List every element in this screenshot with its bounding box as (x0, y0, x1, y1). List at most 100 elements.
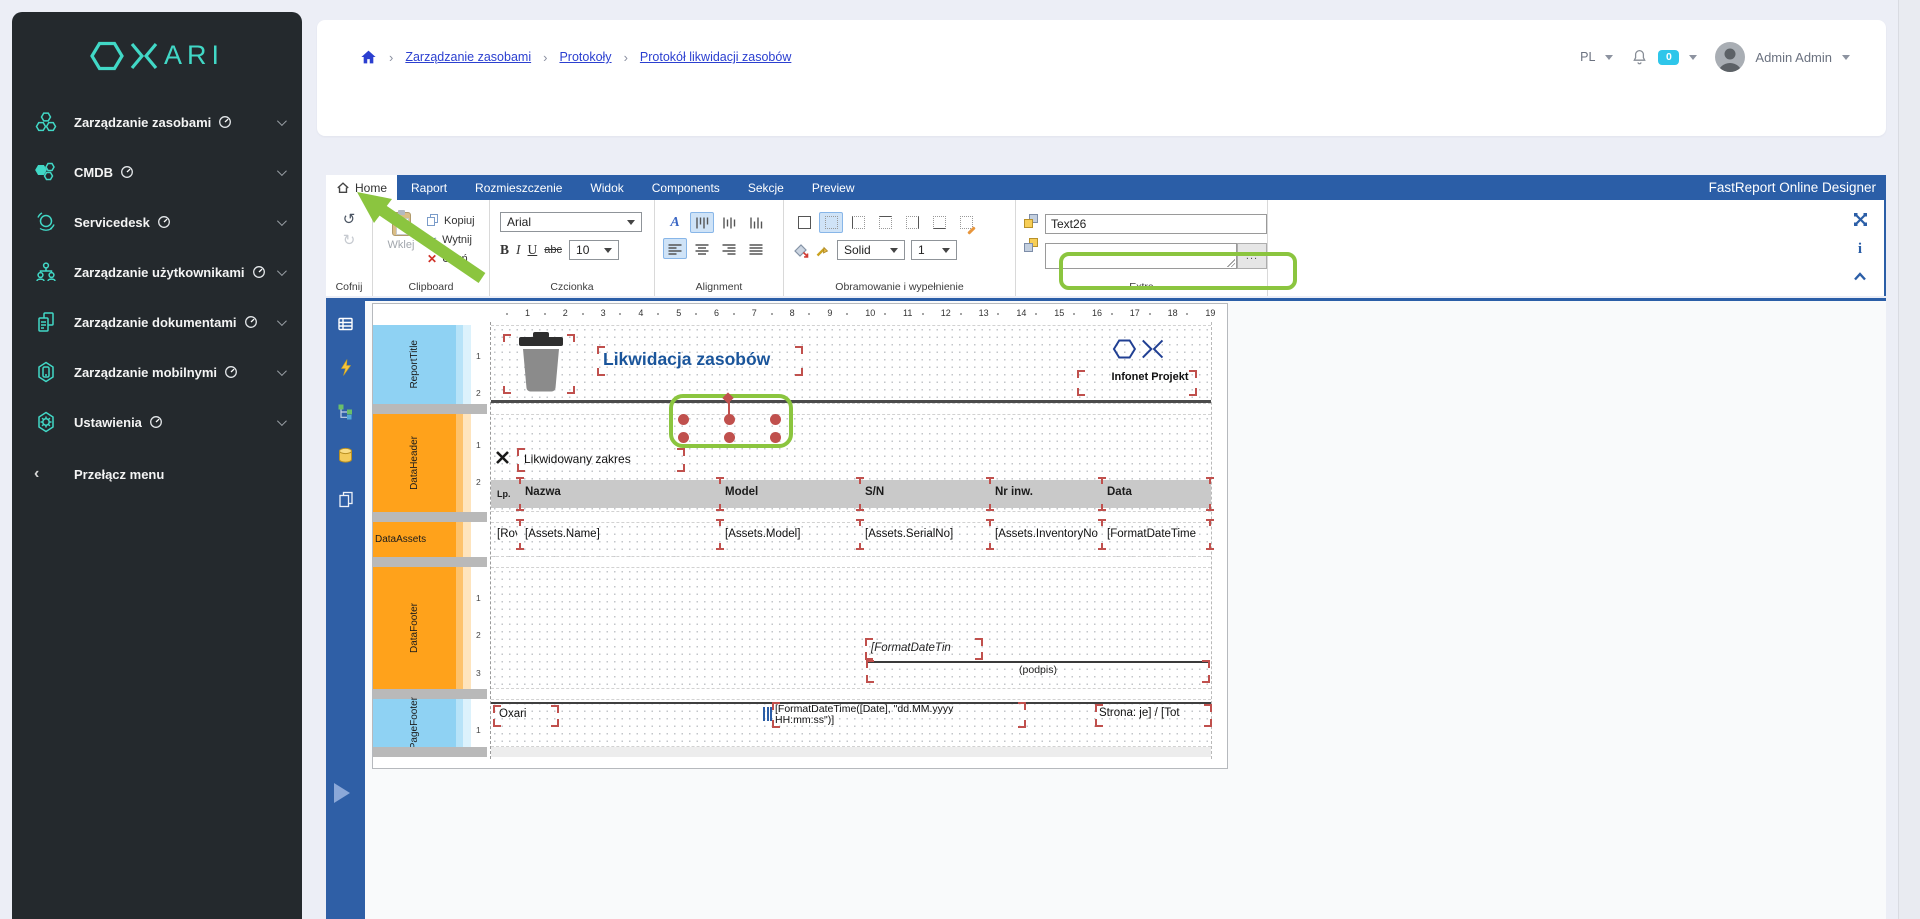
text-editor-ellipsis-button[interactable]: ... (1237, 243, 1267, 269)
font-size-select[interactable]: 10 (569, 240, 619, 260)
tab-home[interactable]: Home (326, 175, 397, 200)
tab-raport[interactable]: Raport (397, 175, 461, 200)
report-page[interactable]: 12345678910111213141516171819 ReportTitl… (372, 303, 1228, 769)
preview-play-button[interactable] (334, 783, 350, 803)
section-label-text-object[interactable]: Likwidowany zakres (524, 452, 631, 466)
x-mark-object[interactable] (495, 450, 510, 470)
selection-handle[interactable] (770, 414, 781, 425)
report-title-text-object[interactable]: Likwidacja zasobów (603, 349, 770, 370)
selection-handle[interactable] (678, 414, 689, 425)
fullscreen-icon[interactable] (1853, 212, 1868, 227)
selection-handle[interactable] (678, 432, 689, 443)
sidebar-toggle[interactable]: ‹ Przełącz menu (12, 449, 302, 499)
band-label-datafooter[interactable]: DataFooter (373, 567, 456, 689)
report-objects-icon[interactable] (337, 316, 354, 332)
border-none-button[interactable] (819, 212, 843, 233)
page-scrollbar[interactable] (1898, 0, 1920, 919)
company-logo-object[interactable]: Infonet Projekt (1089, 328, 1211, 383)
border-style-select[interactable]: Solid (837, 240, 905, 260)
selection-handle[interactable] (770, 432, 781, 443)
bell-icon[interactable] (1631, 48, 1648, 66)
signature-line-object[interactable] (868, 661, 1208, 663)
trash-picture-object[interactable] (513, 332, 569, 397)
border-all-button[interactable] (792, 212, 816, 233)
band-label-dataheader[interactable]: DataHeader (373, 414, 456, 512)
sidebar-item-ustawienia[interactable]: Ustawienia (12, 397, 302, 447)
caret-down-icon[interactable] (1689, 55, 1697, 60)
footer-datetime-text-object[interactable]: [FormatDateTime([Date], "dd.MM.yyyy HH:m… (775, 704, 1023, 727)
undo-button[interactable]: ↺ (343, 212, 356, 228)
align-center-button[interactable] (690, 238, 714, 259)
border-top-button[interactable] (873, 212, 897, 233)
border-left-button[interactable] (846, 212, 870, 233)
align-justify-button[interactable] (744, 238, 768, 259)
breadcrumb-link-protokoly[interactable]: Protokoły (559, 50, 611, 64)
band-label-dataassets[interactable]: DataAssets (373, 522, 456, 557)
font-family-select[interactable]: Arial (500, 212, 642, 232)
group-label: Czcionka (490, 281, 654, 293)
tab-widok[interactable]: Widok (576, 175, 637, 200)
border-width-select[interactable]: 1 (911, 240, 957, 260)
valign-bottom-button[interactable] (744, 212, 768, 233)
italic-button[interactable]: I (516, 242, 521, 258)
object-name-input[interactable] (1045, 214, 1267, 234)
copy-pages-icon[interactable] (338, 491, 354, 508)
resize-grip-icon[interactable] (1227, 259, 1235, 267)
send-backward-icon[interactable] (1024, 238, 1039, 253)
table-header-row[interactable]: Lp. Nazwa Model S/N Nr inw. Data (491, 480, 1211, 508)
tab-sekcje[interactable]: Sekcje (734, 175, 798, 200)
align-left-button[interactable] (663, 238, 687, 259)
sidebar-item-zarzadzanie-dokumentami[interactable]: Zarządzanie dokumentami (12, 297, 302, 347)
delete-button[interactable]: ✕ Usuń (427, 250, 475, 267)
valign-center-button[interactable] (717, 212, 741, 233)
sidebar-item-cmdb[interactable]: CMDB (12, 147, 302, 197)
redo-button[interactable]: ↻ (343, 233, 356, 249)
font-color-button[interactable]: A (663, 212, 687, 233)
events-lightning-icon[interactable] (338, 359, 353, 376)
sidebar-item-servicedesk[interactable]: Servicedesk (12, 197, 302, 247)
selection-handle[interactable] (724, 432, 735, 443)
cut-button[interactable]: ✂ Wytnij (427, 231, 475, 248)
fill-bucket-icon[interactable] (792, 242, 809, 258)
footer-left-text-object[interactable]: Oxari (499, 708, 526, 720)
border-right-button[interactable] (900, 212, 924, 233)
sidebar-item-zarzadzanie-uzytkownikami[interactable]: Zarządzanie użytkownikami (12, 247, 302, 297)
strikethrough-button[interactable]: abc (544, 244, 562, 256)
underline-button[interactable]: U (528, 242, 538, 258)
bring-forward-icon[interactable] (1024, 214, 1039, 229)
band-label-pagefooter[interactable]: PageFooter (373, 699, 456, 747)
valign-top-button[interactable] (690, 212, 714, 233)
data-source-icon[interactable] (337, 447, 354, 464)
footer-page-number-text-object[interactable]: Strona: je] / [Tot (1099, 707, 1211, 719)
column-tick (859, 477, 861, 484)
brush-icon[interactable] (815, 242, 831, 258)
tab-rozmieszczenie[interactable]: Rozmieszczenie (461, 175, 576, 200)
signature-date-text-object[interactable]: [FormatDateTin (871, 642, 951, 654)
tab-components[interactable]: Components (638, 175, 734, 200)
selection-handle[interactable] (724, 414, 735, 425)
title-separator-line-object[interactable] (491, 400, 1211, 403)
object-text-textarea[interactable] (1045, 243, 1237, 269)
collapse-ribbon-icon[interactable] (1853, 272, 1867, 281)
border-properties-button[interactable] (954, 212, 978, 233)
signature-caption-text-object[interactable]: (podpis) (868, 664, 1208, 676)
notification-badge[interactable]: 0 (1658, 50, 1679, 65)
border-bottom-button[interactable] (927, 212, 951, 233)
breadcrumb-link-zasoby[interactable]: Zarządzanie zasobami (405, 50, 531, 64)
band-label-reporttitle[interactable]: ReportTitle (373, 325, 456, 404)
bold-button[interactable]: B (500, 242, 509, 258)
avatar[interactable] (1715, 42, 1745, 72)
sidebar-item-zarzadzanie-mobilnymi[interactable]: Zarządzanie mobilnymi (12, 347, 302, 397)
tab-preview[interactable]: Preview (798, 175, 869, 200)
sidebar-toggle-label: Przełącz menu (74, 467, 164, 482)
report-tree-icon[interactable] (337, 403, 354, 420)
align-right-button[interactable] (717, 238, 741, 259)
language-selector[interactable]: PL (1580, 50, 1595, 64)
sidebar-item-zarzadzanie-zasobami[interactable]: Zarządzanie zasobami (12, 97, 302, 147)
copy-button[interactable]: Kopiuj (427, 212, 475, 229)
breadcrumb-link-protokol-likwidacji[interactable]: Protokół likwidacji zasobów (640, 50, 791, 64)
home-icon[interactable] (360, 49, 377, 65)
caret-down-icon[interactable] (1842, 55, 1850, 60)
info-icon[interactable]: i (1858, 241, 1862, 258)
data-row[interactable]: [Rov [Assets.Name] [Assets.Model] [Asset… (491, 528, 1211, 544)
